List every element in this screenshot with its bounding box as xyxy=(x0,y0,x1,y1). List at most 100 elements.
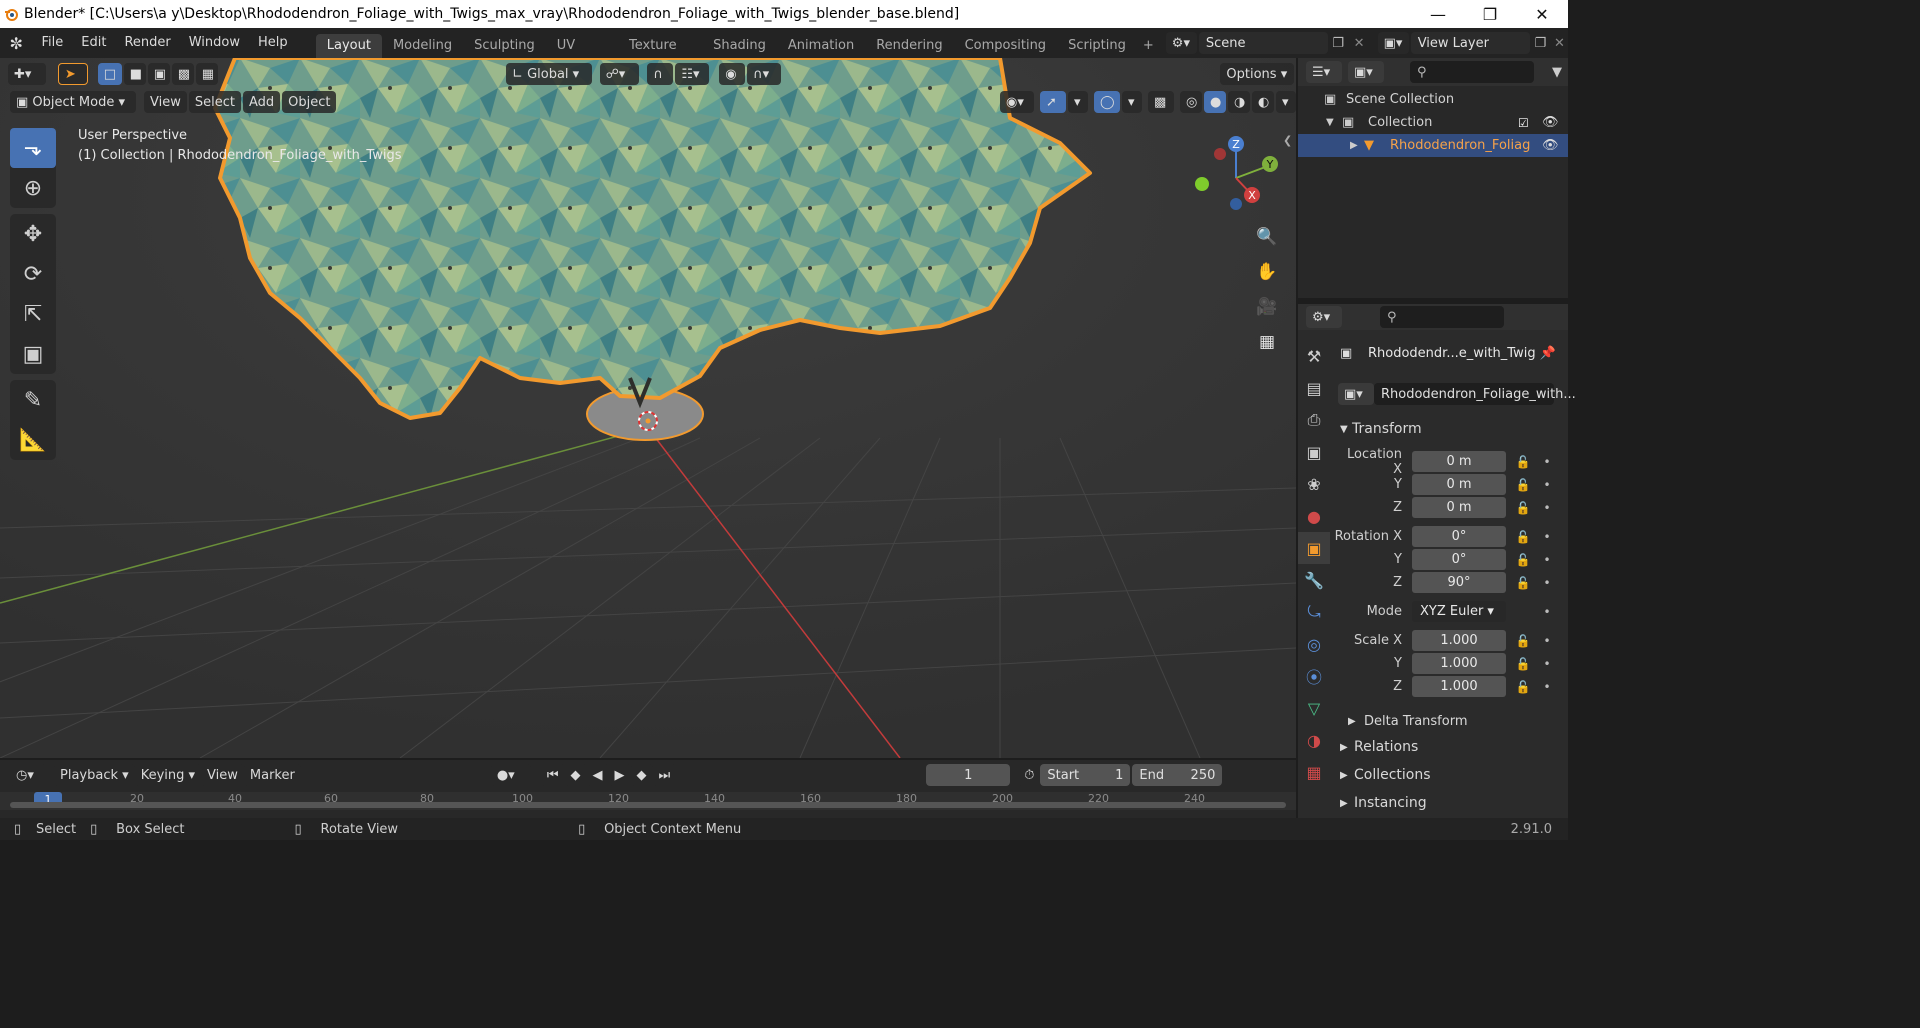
menu-file[interactable]: File xyxy=(32,28,72,58)
menu-render[interactable]: Render xyxy=(115,28,179,58)
pan-hand-icon[interactable]: ✋ xyxy=(1252,257,1282,287)
object-tab-icon[interactable]: ▣ xyxy=(1298,532,1330,564)
3d-viewport[interactable]: ✚▾ ➤ □ ■ ▣ ▩ ▦ ∟ Global ▾ ☍▾ ∩ ☷▾ ◉ ∩▾ O… xyxy=(0,58,1296,758)
exclude-checkbox-icon[interactable]: ☑ xyxy=(1518,116,1529,130)
keyframe-dot-icon[interactable]: • xyxy=(1540,605,1554,619)
location-z-field[interactable]: 0 m xyxy=(1412,497,1506,518)
world-tab-icon[interactable]: ● xyxy=(1298,500,1330,532)
scale-y-field[interactable]: 1.000 xyxy=(1412,653,1506,674)
current-frame-field[interactable]: 1 xyxy=(926,764,1011,786)
lock-icon[interactable]: 🔓 xyxy=(1512,501,1534,515)
snap-target-icon[interactable]: ☷▾ xyxy=(675,63,710,85)
display-mode-icon[interactable]: ▣▾ xyxy=(1348,61,1384,83)
lock-icon[interactable]: 🔓 xyxy=(1512,478,1534,492)
delete-scene-icon[interactable]: ✕ xyxy=(1349,36,1370,51)
relations-panel-header[interactable]: ▶ Relations xyxy=(1334,734,1564,760)
timeline-editor-type-icon[interactable]: ◷▾ xyxy=(10,764,46,786)
next-keyframe-icon[interactable]: ◆ xyxy=(630,764,653,786)
close-icon[interactable]: ✕ xyxy=(1516,0,1568,28)
expand-arrow-icon[interactable]: ▶ xyxy=(1350,140,1364,151)
properties-search-input[interactable]: ⚲ xyxy=(1380,306,1504,328)
rotation-y-field[interactable]: 0° xyxy=(1412,549,1506,570)
view-layer-field[interactable]: View Layer xyxy=(1410,32,1530,54)
annotate-tool-icon[interactable]: ✎ xyxy=(10,380,56,420)
lock-icon[interactable]: 🔓 xyxy=(1512,680,1534,694)
lock-icon[interactable]: 🔓 xyxy=(1512,634,1534,648)
minimize-icon[interactable]: — xyxy=(1412,0,1464,28)
options-dropdown[interactable]: Options ▾ xyxy=(1220,63,1295,85)
expand-arrow-icon[interactable]: ▼ xyxy=(1326,117,1342,128)
keyframe-dot-icon[interactable]: • xyxy=(1540,680,1554,694)
particles-tab-icon[interactable]: ⤿ xyxy=(1298,596,1330,628)
shading-dropdown-icon[interactable]: ▾ xyxy=(1276,91,1296,113)
select-mode-extend-icon[interactable]: ■ xyxy=(123,63,146,85)
scene-tab-icon[interactable]: ❀ xyxy=(1298,468,1330,500)
navigation-gizmo[interactable]: Z Y X xyxy=(1190,134,1286,224)
render-tab-icon[interactable]: ▤ xyxy=(1298,372,1330,404)
material-shading-icon[interactable]: ◑ xyxy=(1228,91,1250,113)
menu-help[interactable]: Help xyxy=(249,28,297,58)
delta-transform-header[interactable]: ▶ Delta Transform xyxy=(1334,708,1564,734)
menu-view[interactable]: View xyxy=(144,91,187,113)
keyframe-dot-icon[interactable]: • xyxy=(1540,553,1554,567)
proportional-editing-icon[interactable]: ◉ xyxy=(719,63,746,85)
timeline-view-menu[interactable]: View xyxy=(201,764,244,786)
outliner-search-input[interactable]: ⚲ xyxy=(1410,61,1534,83)
pivot-point-icon[interactable]: ☍▾ xyxy=(599,63,640,85)
xray-toggle-icon[interactable]: ▩ xyxy=(1148,91,1174,113)
visibility-eye-icon[interactable]: ◉▾ xyxy=(1000,91,1034,113)
texture-tab-icon[interactable]: ▦ xyxy=(1298,756,1330,788)
new-scene-icon[interactable]: ❐ xyxy=(1328,36,1349,51)
rotation-z-field[interactable]: 90° xyxy=(1412,572,1506,593)
snap-toggle-icon[interactable]: ∩ xyxy=(647,63,674,85)
rotation-mode-dropdown[interactable]: XYZ Euler ▾ xyxy=(1412,601,1506,622)
menu-add[interactable]: Add xyxy=(242,91,281,113)
keyframe-dot-icon[interactable]: • xyxy=(1540,455,1554,469)
outliner-row-object[interactable]: ▶ ▼ Rhododendron_Foliag 👁 xyxy=(1298,134,1568,157)
start-frame-field[interactable]: Start 1 xyxy=(1040,764,1131,786)
keyframe-dot-icon[interactable]: • xyxy=(1540,530,1554,544)
filter-icon[interactable]: ▼ xyxy=(1552,65,1562,80)
rotate-tool-icon[interactable]: ⟳ xyxy=(10,254,56,294)
tab-shading[interactable]: Shading xyxy=(702,34,777,58)
jump-start-icon[interactable]: ⏮ xyxy=(540,764,565,786)
scale-tool-icon[interactable]: ⇱ xyxy=(10,294,56,334)
gizmo-dropdown-icon[interactable]: ▾ xyxy=(1068,91,1088,113)
object-browse-icon[interactable]: ▣▾ xyxy=(1338,383,1374,405)
collections-panel-header[interactable]: ▶ Collections xyxy=(1334,762,1564,788)
menu-select[interactable]: Select xyxy=(188,91,241,113)
tab-compositing[interactable]: Compositing xyxy=(954,34,1058,58)
object-visibility-icon[interactable]: 👁 xyxy=(1542,138,1559,153)
tab-sculpting[interactable]: Sculpting xyxy=(463,34,546,58)
marker-menu[interactable]: Marker xyxy=(243,764,301,786)
keyframe-dot-icon[interactable]: • xyxy=(1540,634,1554,648)
lock-icon[interactable]: 🔓 xyxy=(1512,657,1534,671)
transform-panel-header[interactable]: ▼ Transform xyxy=(1334,416,1564,442)
overlays-dropdown-icon[interactable]: ▾ xyxy=(1122,91,1142,113)
move-tool-icon[interactable]: ✥ xyxy=(10,214,56,254)
menu-window[interactable]: Window xyxy=(180,28,249,58)
outliner-editor-type-icon[interactable]: ☰▾ xyxy=(1306,61,1342,83)
tool-tab-icon[interactable]: ⚒ xyxy=(1298,340,1330,372)
keyframe-dot-icon[interactable]: • xyxy=(1540,657,1554,671)
keyframe-dot-icon[interactable]: • xyxy=(1540,576,1554,590)
outliner-row-collection[interactable]: ▼ ▣ Collection ☑ 👁 xyxy=(1298,111,1568,134)
scale-z-field[interactable]: 1.000 xyxy=(1412,676,1506,697)
blender-menu-icon[interactable]: ✼ xyxy=(0,34,32,53)
cursor-tool-icon[interactable]: ⊕ xyxy=(10,168,56,208)
select-mode-set-icon[interactable]: □ xyxy=(97,63,122,85)
stopwatch-icon[interactable]: ⏱ xyxy=(1018,764,1041,786)
modifier-tab-icon[interactable]: 🔧 xyxy=(1298,564,1330,596)
timeline-ruler[interactable]: 1 20 40 60 80 100 120 140 160 180 200 22… xyxy=(0,792,1296,810)
lock-icon[interactable]: 🔓 xyxy=(1512,576,1534,590)
select-tool-mode-icon[interactable]: ➤ xyxy=(57,63,88,85)
scene-selector-icon[interactable]: ⚙▾ xyxy=(1165,32,1197,54)
tab-scripting[interactable]: Scripting xyxy=(1057,34,1137,58)
object-name-field[interactable]: Rhododendron_Foliage_with... xyxy=(1374,383,1576,405)
collection-visibility-icon[interactable]: 👁 xyxy=(1542,115,1559,130)
mode-dropdown[interactable]: ▣ Object Mode ▾ xyxy=(10,91,136,113)
editor-type-icon[interactable]: ✚▾ xyxy=(8,63,46,85)
restore-icon[interactable]: ❐ xyxy=(1464,0,1516,28)
keyframe-dot-icon[interactable]: • xyxy=(1540,501,1554,515)
measure-tool-icon[interactable]: 📐 xyxy=(10,420,56,460)
